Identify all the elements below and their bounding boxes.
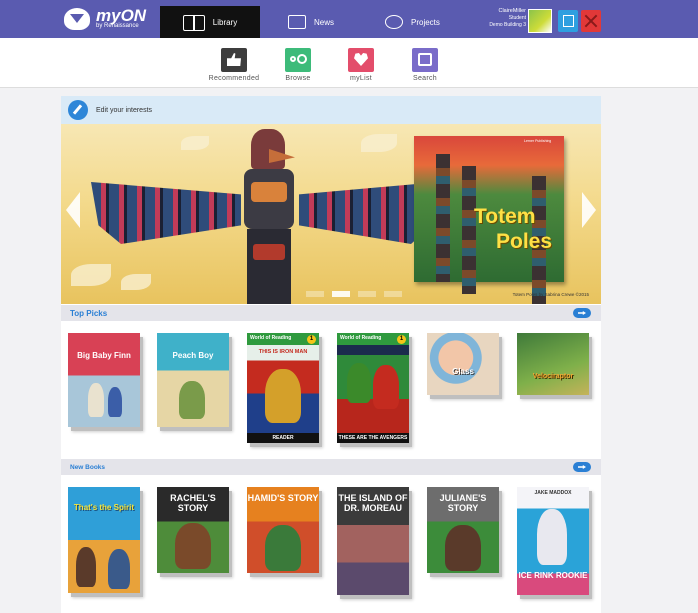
book-cover[interactable]: THE ISLAND OF DR. MOREAU <box>337 487 409 595</box>
logo-subtext: by Renaissance <box>96 23 139 29</box>
book-title: Peach Boy <box>172 351 214 360</box>
export-button[interactable] <box>558 10 578 32</box>
totem-pole-image <box>239 124 299 304</box>
leaf-decoration <box>121 274 151 290</box>
book-title: ICE RINK ROOKIE <box>518 571 588 580</box>
library-subnav: Recommended Browse myList Search <box>0 38 698 88</box>
search-icon <box>412 48 438 72</box>
book-cover[interactable]: Velociraptor <box>517 333 589 395</box>
top-nav-bar: myON by Renaissance Library News Project… <box>0 0 698 38</box>
subnav-mylist-label: myList <box>349 75 373 82</box>
library-main-panel: Edit your interests Lerner Publishing To… <box>61 96 601 613</box>
user-info: ClaireMiller Student Demo Building 3 <box>458 8 526 29</box>
book-title: THIS IS IRON MAN <box>258 349 308 355</box>
tab-library-label: Library <box>212 17 238 27</box>
book-author: JAKE MADDOX <box>534 490 572 496</box>
subnav-mylist[interactable]: myList <box>326 48 396 82</box>
leaf-decoration <box>181 136 209 150</box>
user-school: Demo Building 3 <box>489 22 526 28</box>
tab-library[interactable]: Library <box>160 6 260 38</box>
book-title: Glass <box>452 367 474 376</box>
top-picks-title: Top Picks <box>70 308 108 318</box>
book-cover[interactable]: Big Baby Finn <box>68 333 140 427</box>
book-level: 1 <box>397 335 406 344</box>
carousel-pager <box>306 291 402 297</box>
user-name: ClaireMiller <box>498 8 526 14</box>
book-cover[interactable]: World of Reading 1 THIS IS IRON MAN READ… <box>247 333 319 443</box>
book-cover[interactable]: That's the Spirit <box>68 487 140 593</box>
subnav-recommended-label: Recommended <box>208 75 260 82</box>
book-level: 1 <box>307 335 316 344</box>
new-books-header: New Books <box>61 459 601 475</box>
book-cover[interactable]: JULIANE'S STORY <box>427 487 499 573</box>
featured-title-line1: Totem <box>474 205 536 228</box>
tab-projects-label: Projects <box>411 17 440 27</box>
carousel-dot[interactable] <box>306 291 324 297</box>
newspaper-icon <box>288 15 306 29</box>
carousel-next-arrow[interactable] <box>582 192 596 228</box>
book-icon <box>182 14 205 31</box>
tab-news[interactable]: News <box>288 6 334 38</box>
edit-interests-bar[interactable]: Edit your interests <box>61 96 601 124</box>
totem-wing-left <box>91 182 241 244</box>
book-cover[interactable]: RACHEL'S STORY <box>157 487 229 573</box>
subnav-browse[interactable]: Browse <box>263 48 333 82</box>
subnav-search[interactable]: Search <box>390 48 460 82</box>
leaf-decoration <box>71 264 111 286</box>
book-series: World of Reading <box>250 335 292 341</box>
carousel-dot[interactable] <box>358 291 376 297</box>
pencil-icon[interactable] <box>68 100 88 120</box>
book-title: Big Baby Finn <box>77 351 131 360</box>
thumbs-up-icon <box>221 48 247 72</box>
carousel-prev-arrow[interactable] <box>66 192 80 228</box>
book-title: RACHEL'S STORY <box>170 493 216 513</box>
featured-carousel[interactable]: Lerner Publishing Totem Poles Totem Pole… <box>61 124 601 304</box>
projects-icon <box>385 15 403 29</box>
featured-title-line2: Poles <box>496 230 553 253</box>
book-title: THESE ARE THE AVENGERS <box>337 433 409 443</box>
book-title: JULIANE'S STORY <box>439 493 487 513</box>
carousel-dot[interactable] <box>332 291 350 297</box>
book-cover[interactable]: World of Reading 1 THESE ARE THE AVENGER… <box>337 333 409 443</box>
book-title: That's the Spirit <box>73 503 135 512</box>
book-title: THE ISLAND OF DR. MOREAU <box>338 493 408 513</box>
featured-book-cover[interactable]: Lerner Publishing Totem Poles <box>414 136 564 304</box>
logout-button[interactable] <box>581 10 601 32</box>
leaf-decoration <box>361 134 397 152</box>
subnav-browse-label: Browse <box>285 75 311 82</box>
user-role: Student <box>508 15 526 21</box>
avatar[interactable] <box>528 9 552 33</box>
book-cover[interactable]: HAMID'S STORY <box>247 487 319 573</box>
subnav-recommended[interactable]: Recommended <box>199 48 269 82</box>
tab-projects[interactable]: Projects <box>385 6 440 38</box>
carousel-dot[interactable] <box>384 291 402 297</box>
book-cover[interactable]: Peach Boy <box>157 333 229 427</box>
book-cover[interactable]: JAKE MADDOX ICE RINK ROOKIE <box>517 487 589 595</box>
edit-interests-label[interactable]: Edit your interests <box>96 107 152 114</box>
book-title: HAMID'S STORY <box>247 493 319 503</box>
top-picks-header: Top Picks <box>61 305 601 321</box>
myon-logo-icon <box>64 8 90 30</box>
book-cover[interactable]: Glass <box>427 333 499 395</box>
new-books-title: New Books <box>70 463 106 471</box>
book-series: World of Reading <box>340 335 382 341</box>
new-books-more-button[interactable] <box>573 462 591 472</box>
subnav-search-label: Search <box>413 75 437 82</box>
glasses-icon <box>285 48 311 72</box>
book-footer: READER <box>247 433 319 443</box>
myon-logo[interactable]: myON by Renaissance <box>64 4 160 34</box>
top-picks-more-button[interactable] <box>573 308 591 318</box>
carousel-caption: Totem Poles by Sabrina Crewe ©2015 <box>512 292 589 297</box>
featured-publisher: Lerner Publishing <box>524 139 552 143</box>
book-title: Velociraptor <box>532 373 574 380</box>
heart-icon <box>348 48 374 72</box>
tab-news-label: News <box>314 17 335 27</box>
